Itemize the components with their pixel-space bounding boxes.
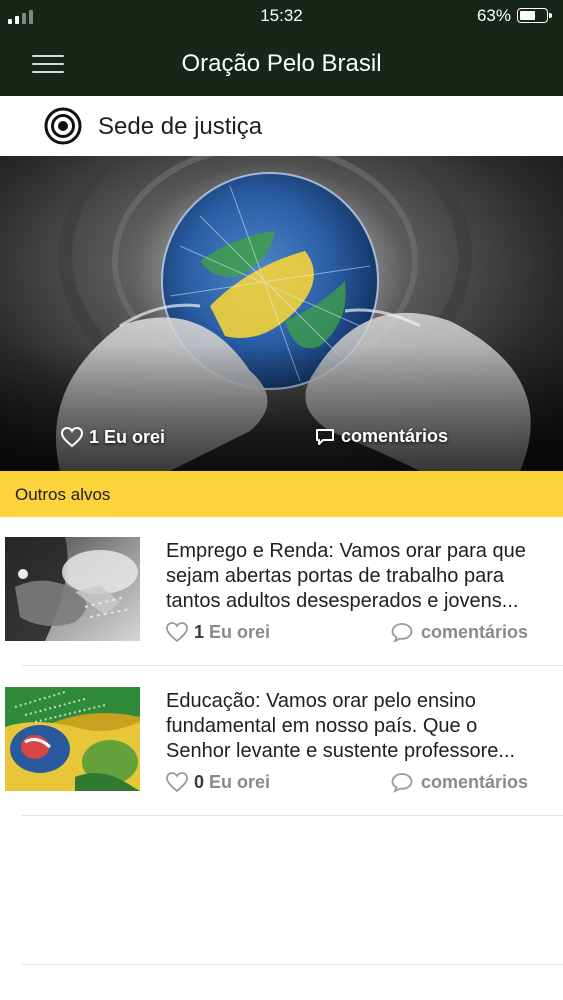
item-like-button[interactable]: 1 Eu orei (165, 621, 270, 643)
comment-bubble-icon (391, 623, 413, 643)
item-like-count: 0 (194, 771, 205, 792)
battery-percentage: 63% (476, 6, 511, 25)
item-text-line: sejam abertas portas de trabalho para (166, 565, 504, 587)
featured-target-header[interactable]: Sede de justiça (0, 96, 563, 156)
divider (22, 665, 563, 666)
item-comments-label: comentários (421, 771, 529, 792)
heart-icon (60, 426, 84, 448)
battery-icon (517, 8, 552, 23)
item-thumbnail (5, 687, 140, 791)
list-item[interactable]: Emprego e Renda: Vamos orar para que sej… (0, 517, 563, 667)
item-like-label: Eu orei (209, 771, 271, 792)
comment-bubble-icon (391, 773, 413, 793)
item-text-line: fundamental em nosso país. Que o (166, 715, 478, 737)
item-text-line: Senhor levante e sustente professore... (166, 740, 516, 762)
featured-comments-button[interactable]: comentários (314, 426, 448, 447)
featured-meta: 1 Eu orei comentários (0, 426, 563, 454)
bottom-divider (22, 964, 563, 965)
featured-image[interactable]: 1 Eu orei comentários (0, 156, 563, 471)
featured-like-label: Eu orei (104, 426, 166, 447)
featured-like-button[interactable]: 1 Eu orei (60, 426, 165, 448)
item-description: Emprego e Renda: Vamos orar para que sej… (166, 539, 558, 614)
heart-icon (166, 772, 188, 793)
item-thumbnail (5, 537, 140, 641)
featured-comments-label: comentários (341, 426, 449, 446)
comment-icon (316, 428, 334, 445)
hands-holding-globe-image (0, 156, 563, 471)
page-title: Oração Pelo Brasil (181, 50, 382, 77)
item-like-label: Eu orei (209, 621, 271, 642)
item-comments-button[interactable]: comentários (390, 621, 528, 643)
divider (22, 815, 563, 816)
item-like-button[interactable]: 0 Eu orei (165, 771, 270, 793)
section-header: Outros alvos (0, 471, 563, 517)
item-text-line: Emprego e Renda: Vamos orar para que (166, 540, 526, 562)
heart-icon (166, 622, 188, 643)
item-description: Educação: Vamos orar pelo ensino fundame… (166, 689, 558, 764)
education-thumbnail-image (5, 687, 140, 791)
item-text-line: Educação: Vamos orar pelo ensino (166, 690, 476, 712)
featured-target-title: Sede de justiça (98, 113, 263, 140)
section-title: Outros alvos (15, 485, 111, 504)
status-bar: 15:32 63% (0, 0, 563, 32)
featured-like-count: 1 (89, 426, 100, 447)
list-item[interactable]: Educação: Vamos orar pelo ensino fundame… (0, 667, 563, 817)
app-header: Oração Pelo Brasil (0, 32, 563, 96)
item-text-line: tantos adultos desesperados e jovens... (166, 590, 519, 612)
item-like-count: 1 (194, 621, 205, 642)
item-comments-button[interactable]: comentários (390, 771, 528, 793)
item-comments-label: comentários (421, 621, 529, 642)
worker-thumbnail-image (5, 537, 140, 641)
target-icon (44, 107, 82, 145)
